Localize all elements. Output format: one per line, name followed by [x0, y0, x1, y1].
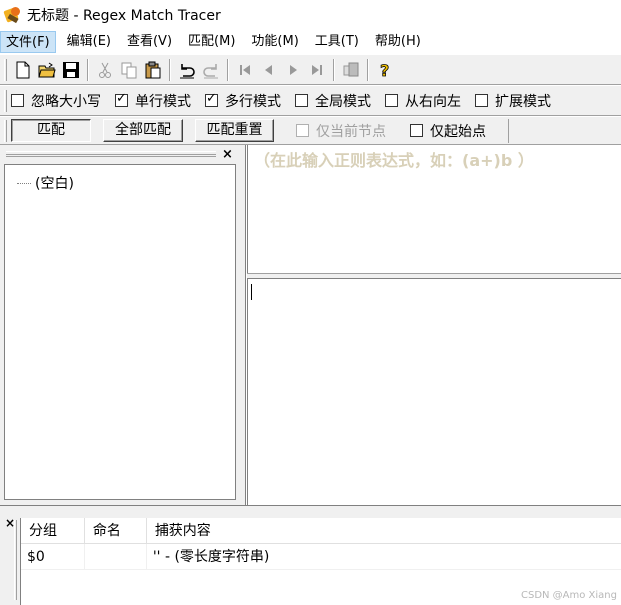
toolbar-grip[interactable] — [4, 89, 7, 112]
match-tree-panel: × (空白) — [0, 145, 246, 505]
checkbox-box[interactable] — [410, 124, 423, 137]
toolbar-separator — [333, 58, 335, 81]
menu-function[interactable]: 功能(M) — [246, 31, 303, 53]
copy-result-icon[interactable] — [339, 58, 363, 82]
checkbox-box[interactable] — [296, 124, 309, 137]
options-toolbar: 忽略大小写 单行模式 多行模式 全局模式 从右向左 扩展模式 — [0, 85, 621, 116]
menu-edit[interactable]: 编辑(E) — [62, 31, 116, 53]
watermark: CSDN @Amo Xiang — [520, 590, 617, 601]
checkbox-box[interactable] — [205, 91, 218, 107]
checkbox-box[interactable] — [295, 94, 308, 107]
extended-mode-label: 扩展模式 — [495, 93, 551, 110]
multi-line-label: 多行模式 — [225, 93, 281, 110]
cell-group: $0 — [21, 544, 85, 570]
table-row[interactable]: $0 '' - (零长度字符串) — [21, 544, 621, 570]
multi-line-checkbox[interactable]: 多行模式 — [205, 91, 281, 111]
main-toolbar: ? — [0, 54, 621, 85]
cell-content: '' - (零长度字符串) — [152, 549, 270, 565]
next-icon[interactable] — [281, 58, 305, 82]
menu-bar: 文件(F) 编辑(E) 查看(V) 匹配(M) 功能(M) 工具(T) 帮助(H… — [0, 30, 621, 53]
menu-view[interactable]: 查看(V) — [122, 31, 177, 53]
undo-icon[interactable] — [175, 58, 199, 82]
tree-node[interactable]: (空白) — [17, 173, 74, 193]
previous-icon[interactable] — [257, 58, 281, 82]
menu-help[interactable]: 帮助(H) — [370, 31, 426, 53]
toolbar-grip[interactable] — [4, 58, 7, 81]
checkbox-box[interactable] — [11, 94, 24, 107]
right-to-left-checkbox[interactable]: 从右向左 — [385, 91, 461, 111]
cell-name — [85, 544, 147, 570]
start-point-only-checkbox[interactable]: 仅起始点 — [410, 121, 486, 141]
close-icon[interactable]: × — [222, 147, 233, 162]
first-icon[interactable] — [233, 58, 257, 82]
open-folder-icon[interactable] — [35, 58, 59, 82]
panel-grip[interactable] — [14, 520, 17, 600]
checkbox-box[interactable] — [385, 94, 398, 107]
test-text-input[interactable] — [247, 279, 621, 505]
global-mode-label: 全局模式 — [315, 93, 371, 110]
tree-connector — [17, 182, 31, 184]
menu-match[interactable]: 匹配(M) — [183, 31, 240, 53]
redo-icon[interactable] — [199, 58, 223, 82]
toolbar-divider — [508, 118, 509, 143]
help-icon[interactable]: ? — [373, 58, 397, 82]
single-line-checkbox[interactable]: 单行模式 — [115, 91, 191, 111]
window-title: 无标题 - Regex Match Tracer — [27, 8, 221, 24]
toolbar-separator — [169, 58, 171, 81]
cut-icon[interactable] — [93, 58, 117, 82]
start-point-only-label: 仅起始点 — [430, 123, 486, 140]
menu-file[interactable]: 文件(F) — [0, 30, 56, 53]
right-to-left-label: 从右向左 — [405, 93, 461, 110]
paste-icon[interactable] — [141, 58, 165, 82]
panel-header[interactable]: × — [0, 145, 245, 163]
panel-grip[interactable] — [6, 151, 216, 157]
match-reset-button[interactable]: 匹配重置 — [195, 119, 274, 142]
menu-tools[interactable]: 工具(T) — [310, 31, 364, 53]
app-icon — [3, 6, 22, 24]
toolbar-separator — [87, 58, 89, 81]
text-caret — [251, 284, 252, 300]
save-icon[interactable] — [59, 58, 83, 82]
regex-placeholder: （在此输入正则表达式，如：(a+)b ） — [254, 151, 534, 170]
match-all-button[interactable]: 全部匹配 — [103, 119, 183, 142]
column-header-group[interactable]: 分组 — [21, 518, 85, 544]
new-file-icon[interactable] — [11, 58, 35, 82]
svg-text:?: ? — [380, 61, 389, 79]
extended-mode-checkbox[interactable]: 扩展模式 — [475, 91, 551, 111]
ignore-case-label: 忽略大小写 — [31, 93, 101, 110]
last-icon[interactable] — [305, 58, 329, 82]
match-tree[interactable]: (空白) — [4, 164, 236, 500]
checkbox-box[interactable] — [475, 94, 488, 107]
current-node-only-checkbox[interactable]: 仅当前节点 — [296, 121, 386, 141]
column-header-content[interactable]: 捕获内容 — [147, 518, 621, 544]
match-button[interactable]: 匹配 — [11, 119, 91, 142]
results-panel: × 分组 命名 捕获内容 $0 '' - (零长度字符串) CSDN @Amo … — [0, 505, 621, 605]
copy-icon[interactable] — [117, 58, 141, 82]
action-toolbar: 匹配 全部匹配 匹配重置 仅当前节点 仅起始点 — [0, 116, 621, 145]
toolbar-grip[interactable] — [4, 119, 7, 142]
global-mode-checkbox[interactable]: 全局模式 — [295, 91, 371, 111]
column-header-name[interactable]: 命名 — [85, 518, 147, 544]
toolbar-separator — [367, 58, 369, 81]
tree-node-label: (空白) — [35, 176, 74, 192]
single-line-label: 单行模式 — [135, 93, 191, 110]
checkbox-box[interactable] — [115, 91, 128, 107]
title-bar: 无标题 - Regex Match Tracer — [0, 0, 621, 30]
regex-input[interactable]: （在此输入正则表达式，如：(a+)b ） — [247, 145, 621, 273]
table-header: 分组 命名 捕获内容 — [21, 518, 621, 544]
current-node-only-label: 仅当前节点 — [316, 123, 386, 140]
ignore-case-checkbox[interactable]: 忽略大小写 — [11, 91, 101, 111]
toolbar-separator — [227, 58, 229, 81]
